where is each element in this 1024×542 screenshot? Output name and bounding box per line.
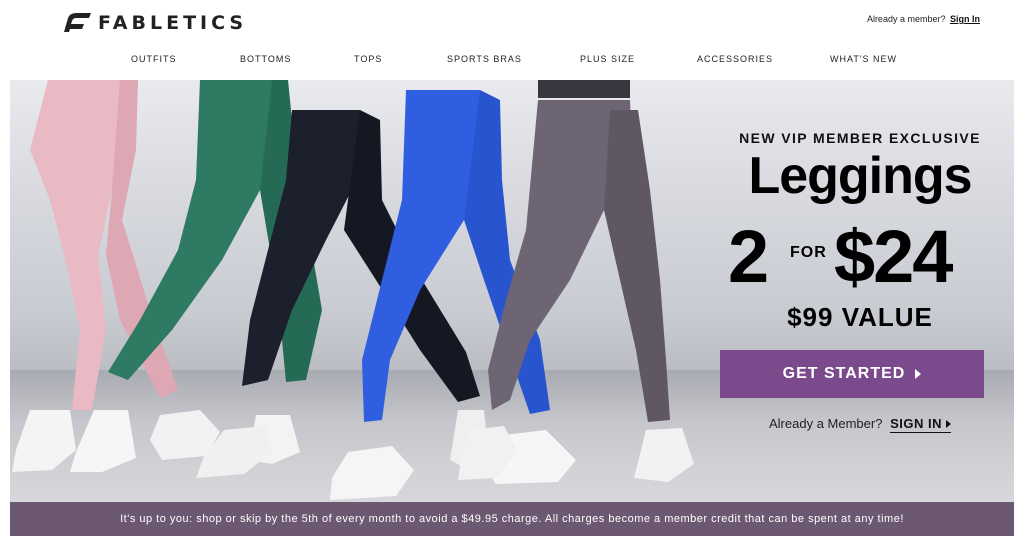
deal-price: $24 [834, 215, 953, 298]
promo-headline: Leggings [748, 147, 972, 205]
hero-sign-in-label: SIGN IN [890, 416, 942, 431]
chevron-right-icon [945, 420, 951, 428]
membership-terms-banner: It's up to you: shop or skip by the 5th … [10, 502, 1014, 536]
promo-panel: NEW VIP MEMBER EXCLUSIVE Leggings 2 FOR … [710, 80, 1010, 502]
hero-signin-row: Already a Member? SIGN IN [710, 416, 1010, 433]
site-header: FABLETICS Already a member? Sign In OUTF… [0, 0, 1024, 80]
deal-for: FOR [790, 244, 827, 261]
nav-item-tops[interactable]: TOPS [354, 54, 382, 64]
logo-mark-icon [64, 13, 91, 32]
member-prompt: Already a member? [866, 14, 946, 24]
chevron-right-icon [915, 369, 922, 379]
nav-item-whats-new[interactable]: WHAT'S NEW [830, 54, 897, 64]
get-started-label: GET STARTED [782, 365, 906, 382]
nav-item-accessories[interactable]: ACCESSORIES [697, 54, 773, 64]
promo-deal: 2 FOR $24 [710, 214, 1010, 298]
promo-value: $99 VALUE [787, 302, 933, 332]
nav-item-outfits[interactable]: OUTFITS [131, 54, 177, 64]
fabletics-logo[interactable]: FABLETICS [62, 10, 247, 36]
nav-item-bottoms[interactable]: BOTTOMS [240, 54, 291, 64]
main-nav: OUTFITS BOTTOMS TOPS SPORTS BRAS PLUS SI… [0, 54, 1024, 68]
hero-banner[interactable]: NEW VIP MEMBER EXCLUSIVE Leggings 2 FOR … [10, 80, 1014, 502]
nav-item-plus-size[interactable]: PLUS SIZE [580, 54, 635, 64]
logo-text: FABLETICS [98, 12, 248, 34]
promo-kicker: NEW VIP MEMBER EXCLUSIVE [739, 130, 981, 146]
hero-member-prompt: Already a Member? [769, 416, 883, 431]
header-sign-in-link[interactable]: Sign In [950, 14, 980, 24]
model-pink-leggings [12, 80, 178, 472]
deal-quantity: 2 [728, 215, 770, 298]
hero-leggings-image [12, 80, 694, 500]
nav-item-sports-bras[interactable]: SPORTS BRAS [447, 54, 522, 64]
header-member-signin: Already a member? Sign In [867, 14, 980, 24]
hero-sign-in-link[interactable]: SIGN IN [890, 416, 951, 433]
get-started-button[interactable]: GET STARTED [720, 350, 984, 398]
